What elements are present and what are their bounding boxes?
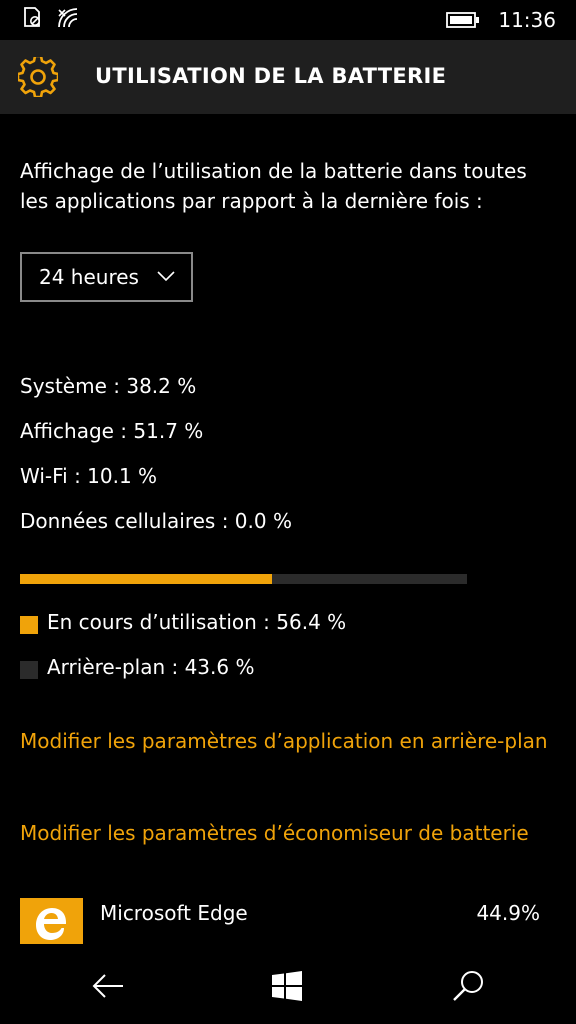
- background-apps-link[interactable]: Modifier les paramètres d’application en…: [20, 726, 560, 756]
- legend-in-use-label: En cours d’utilisation : 56.4 %: [47, 610, 347, 634]
- legend-in-use: En cours d’utilisation : 56.4 %: [20, 610, 346, 634]
- stat-cellular: Données cellulaires : 0.0 %: [20, 509, 292, 533]
- page-header: UTILISATION DE LA BATTERIE: [0, 40, 576, 114]
- quiet-hours-icon: [24, 7, 40, 27]
- search-icon: [453, 971, 483, 1001]
- back-button[interactable]: [88, 966, 128, 1006]
- battery-icon: [446, 12, 480, 28]
- period-dropdown[interactable]: 24 heures: [20, 252, 193, 302]
- background-swatch: [20, 661, 38, 679]
- usage-bar: [20, 574, 467, 584]
- navigation-bar: [0, 944, 576, 1024]
- stat-display: Affichage : 51.7 %: [20, 419, 204, 443]
- battery-usage-screen: 11:36 UTILISATION DE LA BATTERIE Afficha…: [0, 0, 576, 1024]
- wifi-icon: [58, 8, 78, 28]
- intro-text: Affichage de l’utilisation de la batteri…: [20, 159, 527, 213]
- app-row-edge[interactable]: Microsoft Edge 44.9%: [20, 898, 550, 946]
- search-button[interactable]: [448, 966, 488, 1006]
- app-name: Microsoft Edge: [100, 901, 248, 925]
- usage-bar-fill: [20, 574, 273, 584]
- start-button[interactable]: [267, 966, 307, 1006]
- stat-wifi: Wi-Fi : 10.1 %: [20, 464, 158, 488]
- legend-background: Arrière-plan : 43.6 %: [20, 655, 254, 679]
- status-bar: 11:36: [0, 0, 576, 40]
- page-title: UTILISATION DE LA BATTERIE: [95, 64, 447, 88]
- legend-background-label: Arrière-plan : 43.6 %: [47, 655, 255, 679]
- stat-system: Système : 38.2 %: [20, 374, 197, 398]
- period-dropdown-value: 24 heures: [39, 265, 139, 289]
- windows-icon: [272, 971, 302, 1001]
- chevron-down-icon: [157, 271, 175, 282]
- app-percent: 44.9%: [476, 901, 540, 925]
- back-arrow-icon: [92, 974, 123, 998]
- edge-icon: [20, 898, 83, 946]
- battery-saver-link[interactable]: Modifier les paramètres d’économiseur de…: [20, 818, 560, 848]
- clock: 11:36: [498, 8, 556, 32]
- gear-icon: [18, 57, 58, 97]
- in-use-swatch: [20, 616, 38, 634]
